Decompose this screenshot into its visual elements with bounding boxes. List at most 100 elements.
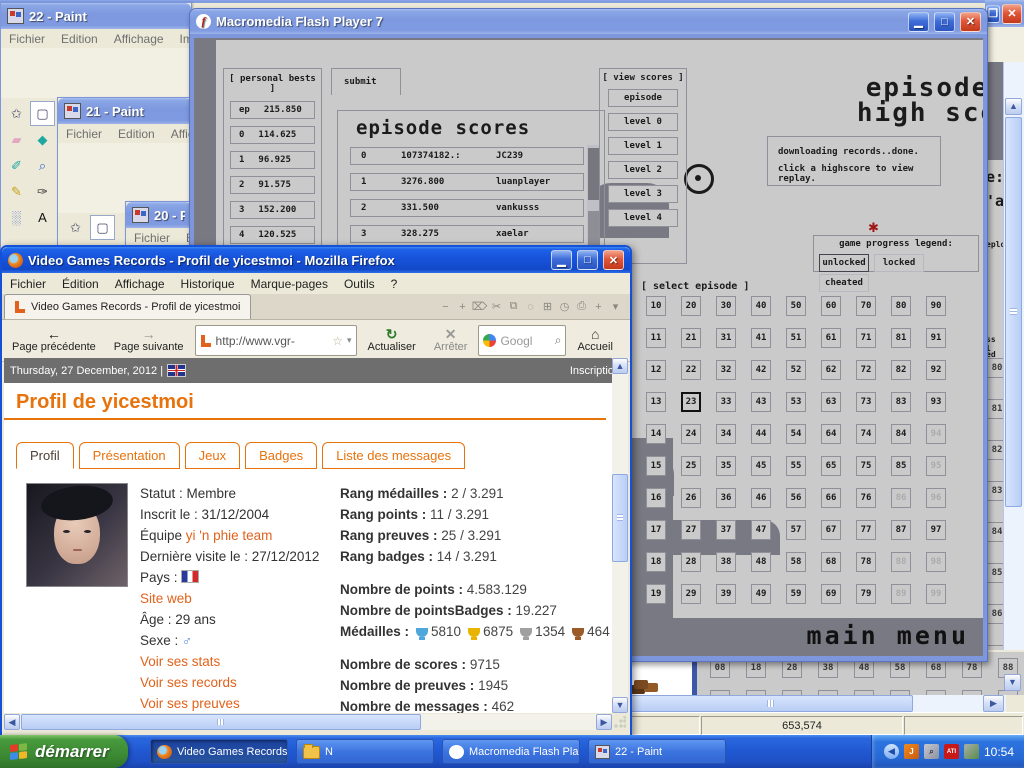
- background-episode-cell[interactable]: 82: [987, 440, 1003, 460]
- url-dropdown-icon[interactable]: ▾: [347, 335, 352, 346]
- episode-cell-95[interactable]: 95: [926, 456, 946, 476]
- episode-cell-77[interactable]: 77: [856, 520, 876, 540]
- personal-best-row[interactable]: 2 91.575: [230, 176, 315, 194]
- episode-cell-58[interactable]: 58: [786, 552, 806, 572]
- episode-cell-24[interactable]: 24: [681, 424, 701, 444]
- bookmark-star-icon[interactable]: ☆: [332, 334, 343, 348]
- background-episode-cell[interactable]: 84: [987, 522, 1003, 542]
- menu-item[interactable]: Fichier: [2, 275, 54, 293]
- episode-cell-25[interactable]: 25: [681, 456, 701, 476]
- scroll-down-icon[interactable]: ▼: [1004, 674, 1021, 691]
- episode-cell-15[interactable]: 15: [646, 456, 666, 476]
- url-bar[interactable]: http://www.vgr- ☆ ▾: [194, 325, 357, 356]
- maximize-button[interactable]: □: [577, 250, 598, 270]
- episode-cell-75[interactable]: 75: [856, 456, 876, 476]
- menu-item[interactable]: Édition: [54, 275, 107, 293]
- background-episode-cell[interactable]: 81: [987, 399, 1003, 419]
- freeform-select-tool[interactable]: ✩: [4, 101, 29, 126]
- episode-cell-76[interactable]: 76: [856, 488, 876, 508]
- flash-titlebar[interactable]: f Macromedia Flash Player 7 ▁ □ ✕: [190, 9, 987, 34]
- episode-cell-55[interactable]: 55: [786, 456, 806, 476]
- episode-cell-26[interactable]: 26: [681, 488, 701, 508]
- close-button[interactable]: ✕: [960, 11, 981, 32]
- episode-cell-90[interactable]: 90: [926, 296, 946, 316]
- profile-link[interactable]: Site web: [140, 591, 192, 606]
- episode-cell-14[interactable]: 14: [646, 424, 666, 444]
- select-tool[interactable]: ▢: [30, 101, 55, 126]
- episode-cell-51[interactable]: 51: [786, 328, 806, 348]
- view-score-button[interactable]: level 0: [608, 113, 678, 131]
- episode-cell-84[interactable]: 84: [891, 424, 911, 444]
- episode-cell-98[interactable]: 98: [926, 552, 946, 572]
- episode-cell-64[interactable]: 64: [821, 424, 841, 444]
- episode-cell-31[interactable]: 31: [716, 328, 736, 348]
- minimize-button[interactable]: ▁: [908, 11, 929, 32]
- highscore-row[interactable]: 0 107374182.: JC239: [350, 147, 584, 165]
- personal-best-row[interactable]: 1 96.925: [230, 151, 315, 169]
- episode-cell-22[interactable]: 22: [681, 360, 701, 380]
- scroll-up-icon[interactable]: ▲: [612, 358, 628, 374]
- back-button[interactable]: ← Page précédente: [5, 322, 103, 359]
- episode-cell-45[interactable]: 45: [751, 456, 771, 476]
- scroll-right-icon[interactable]: ▶: [596, 714, 612, 730]
- episode-cell-50[interactable]: 50: [786, 296, 806, 316]
- episode-cell-39[interactable]: 39: [716, 584, 736, 604]
- stop-button[interactable]: ✕ Arrêter: [427, 322, 475, 359]
- episode-cell-48[interactable]: 48: [751, 552, 771, 572]
- magnifier-tray-icon[interactable]: ⌕: [923, 744, 939, 759]
- inscription-link[interactable]: Inscription: [570, 365, 612, 377]
- menu-item[interactable]: Edition: [53, 30, 106, 48]
- close-button[interactable]: ✕: [1002, 3, 1022, 24]
- pencil-tool[interactable]: ✎: [4, 179, 29, 204]
- profile-link[interactable]: Voir ses preuves: [140, 696, 240, 711]
- forward-button[interactable]: → Page suivante: [107, 322, 191, 359]
- tray-icon[interactable]: [963, 744, 979, 759]
- resize-grip[interactable]: [614, 716, 626, 728]
- profile-tab[interactable]: Liste des messages: [322, 442, 466, 469]
- episode-cell-19[interactable]: 19: [646, 584, 666, 604]
- view-score-button[interactable]: level 3: [608, 185, 678, 203]
- episode-cell-99[interactable]: 99: [926, 584, 946, 604]
- episode-cell-82[interactable]: 82: [891, 360, 911, 380]
- episode-cell-73[interactable]: 73: [856, 392, 876, 412]
- episode-cell-80[interactable]: 80: [891, 296, 911, 316]
- episode-cell-42[interactable]: 42: [751, 360, 771, 380]
- delete-icon[interactable]: ⌦: [471, 300, 488, 313]
- personal-best-row[interactable]: 3 152.200: [230, 201, 315, 219]
- episode-cell-91[interactable]: 91: [926, 328, 946, 348]
- personal-best-row[interactable]: 0 114.625: [230, 126, 315, 144]
- firefox-horizontal-scrollbar[interactable]: ◀ ▶: [4, 714, 612, 730]
- scrollbar-thumb[interactable]: [588, 148, 599, 200]
- episode-cell-23[interactable]: 23: [681, 392, 701, 412]
- episode-cell-83[interactable]: 83: [891, 392, 911, 412]
- episode-cell-43[interactable]: 43: [751, 392, 771, 412]
- profile-tab[interactable]: Profil: [16, 442, 74, 469]
- menu-item[interactable]: Fichier: [1, 30, 53, 48]
- copy-icon[interactable]: ⧉: [505, 300, 522, 313]
- episode-cell-11[interactable]: 11: [646, 328, 666, 348]
- clock[interactable]: 10:54: [984, 745, 1014, 759]
- highscore-row[interactable]: 1 3276.800 luanplayer: [350, 173, 584, 191]
- episode-cell-18[interactable]: 18: [646, 552, 666, 572]
- scrollbar-thumb[interactable]: [1005, 117, 1022, 507]
- episode-cell-12[interactable]: 12: [646, 360, 666, 380]
- episode-cell-21[interactable]: 21: [681, 328, 701, 348]
- zoom-in-icon[interactable]: +: [454, 301, 471, 313]
- scroll-left-icon[interactable]: ◀: [4, 714, 20, 730]
- background-episode-cell[interactable]: 85: [987, 563, 1003, 583]
- paint20-titlebar[interactable]: 20 - Pa: [126, 202, 191, 228]
- episode-cell-74[interactable]: 74: [856, 424, 876, 444]
- task-n-folder[interactable]: N: [296, 739, 434, 764]
- brush-tool[interactable]: ✑: [30, 179, 55, 204]
- firefox-titlebar[interactable]: Video Games Records - Profil de yicestmo…: [2, 247, 630, 273]
- paint21-titlebar[interactable]: 21 - Paint: [58, 98, 191, 124]
- highscore-row[interactable]: 2 331.500 vankusss: [350, 199, 584, 217]
- task-paint[interactable]: 22 - Paint: [588, 739, 726, 764]
- fill-tool[interactable]: ◆: [30, 127, 55, 152]
- color-picker-tool[interactable]: ✐: [4, 153, 29, 178]
- episode-cell-34[interactable]: 34: [716, 424, 736, 444]
- highscore-row[interactable]: 3 328.275 xaelar: [350, 225, 584, 243]
- view-score-button[interactable]: level 4: [608, 209, 678, 227]
- episode-cell-35[interactable]: 35: [716, 456, 736, 476]
- episode-cell-96[interactable]: 96: [926, 488, 946, 508]
